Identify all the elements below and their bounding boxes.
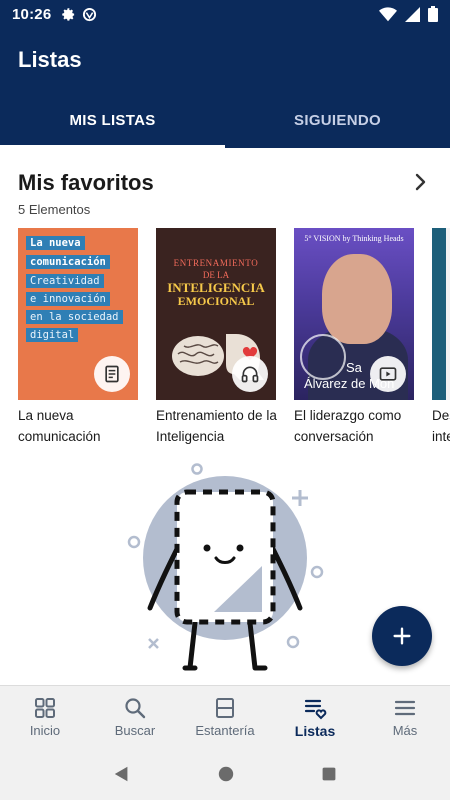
book-cover[interactable]: ENTRENAMIENTO DE LA INTELIGENCIA EMOCION… [156, 228, 276, 400]
book-card[interactable]: ENTRENAMIENTO DE LA INTELIGENCIA EMOCION… [156, 228, 277, 447]
status-time: 10:26 [12, 5, 52, 23]
nav-label: Más [392, 723, 418, 738]
badge-document [94, 356, 130, 392]
menu-icon [394, 700, 416, 716]
back-icon[interactable] [113, 765, 131, 783]
cover-text: e innovación [26, 292, 110, 306]
item-count: 5 Elementos [18, 202, 91, 217]
cover-text: ENTRENAMIENTO [173, 258, 259, 268]
wifi-icon [379, 6, 397, 21]
tab-siguiendo[interactable]: SIGUIENDO [225, 92, 450, 148]
favorites-header[interactable]: Mis favoritos 5 Elementos [0, 148, 450, 217]
video-icon [379, 367, 397, 381]
search-icon [125, 698, 146, 719]
nav-buscar[interactable]: Buscar [90, 686, 180, 747]
add-list-button[interactable] [372, 606, 432, 666]
book-title[interactable]: Entrenamiento de la Inteligencia [156, 405, 286, 447]
cover-text: en la sociedad [26, 310, 123, 324]
cover-text: Creatividad [26, 274, 104, 288]
shelf-icon [216, 698, 234, 718]
grid-icon [35, 698, 55, 718]
lists-heart-icon [304, 699, 327, 720]
book-cover[interactable]: 5° VISION by Thinking Heads Sa Álvarez d… [294, 228, 414, 400]
nav-mas[interactable]: Más [360, 686, 450, 747]
nav-listas[interactable]: Listas [270, 686, 360, 747]
nav-estanteria[interactable]: Estantería [180, 686, 270, 747]
book-cover[interactable]: K [432, 228, 450, 400]
book-card[interactable]: 5° VISION by Thinking Heads Sa Álvarez d… [294, 228, 414, 447]
cover-portrait-face [322, 254, 392, 344]
cover-text: comunicación [26, 255, 110, 269]
play-circle-icon [300, 334, 346, 380]
nav-label: Estantería [195, 723, 255, 738]
system-navigation [0, 747, 450, 800]
cover-text: EMOCIONAL [177, 294, 255, 308]
cover-text: Sa [346, 360, 362, 375]
book-card[interactable]: La nueva comunicación Creatividad e inno… [18, 228, 138, 447]
nav-label: Buscar [114, 723, 156, 738]
headphones-icon [241, 366, 259, 383]
nav-label: Listas [294, 723, 336, 739]
document-icon [105, 365, 119, 383]
home-icon[interactable] [217, 765, 235, 783]
tab-mis-listas[interactable]: MIS LISTAS [0, 92, 225, 148]
tab-bar: MIS LISTAS SIGUIENDO [0, 92, 450, 148]
plus-icon [393, 627, 411, 645]
cover-brand: 5° VISION by Thinking Heads [304, 234, 404, 243]
settings-icon [62, 7, 75, 21]
cover-text: La nueva [26, 236, 85, 250]
badge-video [370, 356, 406, 392]
chevron-right-icon[interactable] [408, 170, 432, 194]
status-bar: 10:26 [0, 0, 450, 28]
nav-label: Inicio [29, 723, 61, 738]
cover-text: digital [26, 328, 79, 342]
favorites-section: Mis favoritos 5 Elementos [0, 148, 450, 217]
book-title[interactable]: Des inte [432, 405, 450, 447]
cover-text: K [436, 390, 443, 400]
page-title: Listas [18, 47, 82, 72]
section-title: Mis favoritos [18, 170, 154, 195]
book-card[interactable]: K Des inte [432, 228, 450, 447]
badge-audio [232, 356, 268, 392]
book-title[interactable]: La nueva comunicación [18, 405, 148, 447]
empty-list-illustration [127, 463, 324, 671]
favorites-carousel[interactable]: La nueva comunicación Creatividad e inno… [18, 228, 450, 448]
nav-inicio[interactable]: Inicio [0, 686, 90, 747]
bottom-navigation: Inicio Buscar Estantería Listas Más [0, 685, 450, 747]
recents-icon[interactable] [321, 766, 337, 782]
battery-icon [428, 6, 438, 22]
signal-icon [405, 6, 420, 22]
book-title[interactable]: El liderazgo como conversación [294, 405, 424, 447]
cover-text: DE LA [202, 270, 230, 280]
vpn-icon [83, 7, 97, 21]
app-bar: Listas [0, 28, 450, 92]
book-cover[interactable]: La nueva comunicación Creatividad e inno… [18, 228, 138, 400]
